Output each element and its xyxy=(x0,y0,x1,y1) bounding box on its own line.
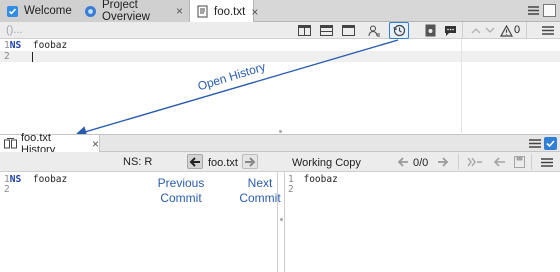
file-label: foo.txt xyxy=(208,157,238,169)
toolbar-divider xyxy=(458,154,459,170)
close-icon[interactable]: × xyxy=(92,137,99,151)
line-number: 2 xyxy=(4,184,10,195)
history-compare-icon xyxy=(4,138,17,149)
history-line: 1NS foobaz xyxy=(4,174,67,185)
history-line: 2 xyxy=(288,184,294,195)
save-icon[interactable] xyxy=(514,156,525,168)
history-tab-bar: foo.txt History × xyxy=(0,132,560,156)
history-line: 2 xyxy=(4,184,10,195)
revert-icon[interactable] xyxy=(493,157,506,167)
line-text: foobaz xyxy=(303,174,338,185)
history-right-pane[interactable]: 1 foobaz 2 xyxy=(284,172,560,272)
line-text: foobaz xyxy=(32,174,68,185)
previous-commit-annotation-line1: Previous xyxy=(157,176,205,190)
history-line: 1 foobaz xyxy=(288,174,338,185)
arrow-left-icon xyxy=(189,156,200,167)
checkbox-icon[interactable] xyxy=(544,137,557,150)
diff-counter: 0/0 xyxy=(413,157,429,169)
diff-previous-icon[interactable] xyxy=(397,157,409,167)
next-commit-annotation-line2: Commit xyxy=(239,191,281,205)
next-commit-annotation-line1: Next xyxy=(247,176,273,190)
previous-commit-annotation-line2: Commit xyxy=(160,191,202,205)
working-copy-label: Working Copy xyxy=(292,157,361,169)
splitter-handle[interactable] xyxy=(279,130,282,133)
menu-icon[interactable] xyxy=(541,157,553,168)
merge-icon[interactable] xyxy=(467,157,485,167)
arrow-right-icon xyxy=(245,156,256,167)
next-commit-button[interactable] xyxy=(242,154,258,169)
toolbar-divider xyxy=(531,154,532,170)
tab-foo-txt-history[interactable]: foo.txt History × xyxy=(0,132,100,156)
previous-commit-button[interactable] xyxy=(187,154,203,169)
diff-next-icon[interactable] xyxy=(437,157,449,167)
line-ns-marker: NS xyxy=(9,174,22,185)
next-commit-annotation: Next Commit xyxy=(236,176,284,206)
line-number: 2 xyxy=(288,184,294,195)
ns-label: NS: R xyxy=(123,156,153,168)
menu-icon[interactable] xyxy=(529,138,541,149)
previous-commit-annotation: Previous Commit xyxy=(150,176,212,206)
